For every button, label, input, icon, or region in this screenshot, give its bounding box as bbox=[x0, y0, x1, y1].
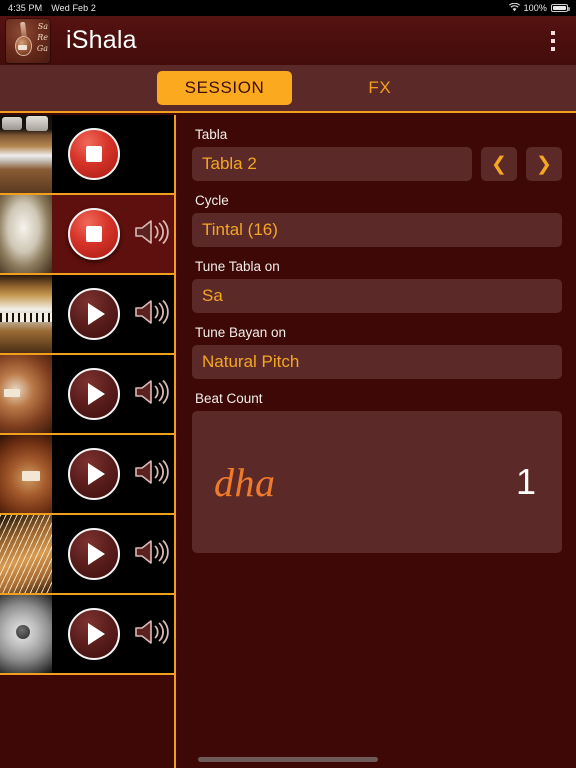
track-row-tanpura-female[interactable] bbox=[0, 435, 174, 515]
current-beat-number: 1 bbox=[515, 461, 536, 502]
speaker-icon[interactable] bbox=[133, 217, 171, 252]
track-thumbnail-cymbal bbox=[0, 595, 52, 673]
cycle-field-row: Tintal (16) bbox=[192, 213, 562, 247]
app-logo-icon: Sa Re Ga bbox=[6, 18, 50, 63]
chevron-right-icon[interactable]: ❯ bbox=[526, 147, 562, 181]
tune-bayan-select[interactable]: Natural Pitch bbox=[192, 345, 562, 379]
track-row-shruti-box[interactable] bbox=[0, 115, 174, 195]
session-panel: Tabla Tabla 2 ❮ ❯ Cycle Tintal (16) Tune… bbox=[176, 115, 576, 768]
status-time: 4:35 PM bbox=[8, 3, 43, 13]
play-icon[interactable] bbox=[68, 528, 120, 580]
track-row-tabla[interactable] bbox=[0, 195, 174, 275]
status-bar: 4:35 PM Wed Feb 2 100% bbox=[0, 0, 576, 16]
tune-bayan-label: Tune Bayan on bbox=[195, 325, 287, 340]
status-bar-left: 4:35 PM Wed Feb 2 bbox=[8, 3, 96, 13]
cycle-label: Cycle bbox=[195, 193, 229, 208]
tabla-field-row: Tabla 2 ❮ ❯ bbox=[192, 147, 562, 181]
tab-bar: SESSION FX bbox=[0, 65, 576, 113]
speaker-icon[interactable] bbox=[133, 377, 171, 412]
logo-sargam-text: Sa Re Ga bbox=[36, 21, 48, 53]
speaker-icon[interactable] bbox=[133, 617, 171, 652]
app-title: iShala bbox=[66, 26, 137, 54]
battery-icon bbox=[551, 4, 570, 12]
play-icon[interactable] bbox=[68, 448, 120, 500]
speaker-icon[interactable] bbox=[133, 537, 171, 572]
tune-tabla-select[interactable]: Sa bbox=[192, 279, 562, 313]
current-bol: dha bbox=[214, 459, 276, 505]
home-indicator bbox=[198, 757, 378, 762]
play-icon[interactable] bbox=[68, 368, 120, 420]
stop-icon[interactable] bbox=[68, 208, 120, 260]
track-row-santoor[interactable] bbox=[0, 515, 174, 595]
tab-session[interactable]: SESSION bbox=[156, 71, 293, 105]
app-header: Sa Re Ga iShala bbox=[0, 16, 576, 65]
speaker-icon[interactable] bbox=[133, 297, 171, 332]
status-date: Wed Feb 2 bbox=[51, 3, 96, 13]
app-root: 4:35 PM Wed Feb 2 100% Sa Re Ga iShala S… bbox=[0, 0, 576, 768]
track-row-cymbal[interactable] bbox=[0, 595, 174, 675]
track-list bbox=[0, 115, 176, 768]
track-thumbnail-harmonium bbox=[0, 275, 52, 353]
track-row-harmonium[interactable] bbox=[0, 275, 174, 355]
tune-bayan-field-row: Natural Pitch bbox=[192, 345, 562, 379]
track-thumbnail-tanpura-female bbox=[0, 435, 52, 513]
track-thumbnail-santoor bbox=[0, 515, 52, 593]
play-icon[interactable] bbox=[68, 608, 120, 660]
beat-count-label: Beat Count bbox=[195, 391, 263, 406]
stop-icon[interactable] bbox=[68, 128, 120, 180]
tab-fx[interactable]: FX bbox=[340, 71, 419, 105]
overflow-dot-1 bbox=[551, 30, 555, 35]
cycle-select[interactable]: Tintal (16) bbox=[192, 213, 562, 247]
speaker-icon[interactable] bbox=[133, 457, 171, 492]
overflow-dot-2 bbox=[551, 38, 555, 43]
battery-percent: 100% bbox=[523, 3, 547, 13]
tabla-select[interactable]: Tabla 2 bbox=[192, 147, 472, 181]
main-content: Tabla Tabla 2 ❮ ❯ Cycle Tintal (16) Tune… bbox=[0, 115, 576, 768]
logo-fret bbox=[18, 44, 27, 50]
overflow-dot-3 bbox=[551, 46, 555, 51]
track-thumbnail-tabla bbox=[0, 195, 52, 273]
tabla-label: Tabla bbox=[195, 127, 228, 142]
status-bar-right: 100% bbox=[508, 2, 570, 14]
overflow-menu-icon[interactable] bbox=[540, 25, 566, 57]
track-thumbnail-tanpura-male bbox=[0, 355, 52, 433]
play-icon[interactable] bbox=[68, 288, 120, 340]
track-row-tanpura-male[interactable] bbox=[0, 355, 174, 435]
track-thumbnail-shruti-box bbox=[0, 115, 52, 193]
beat-count-display: dha 1 bbox=[192, 411, 562, 553]
wifi-icon bbox=[508, 2, 520, 14]
tune-tabla-label: Tune Tabla on bbox=[195, 259, 280, 274]
chevron-left-icon[interactable]: ❮ bbox=[481, 147, 517, 181]
tune-tabla-field-row: Sa bbox=[192, 279, 562, 313]
